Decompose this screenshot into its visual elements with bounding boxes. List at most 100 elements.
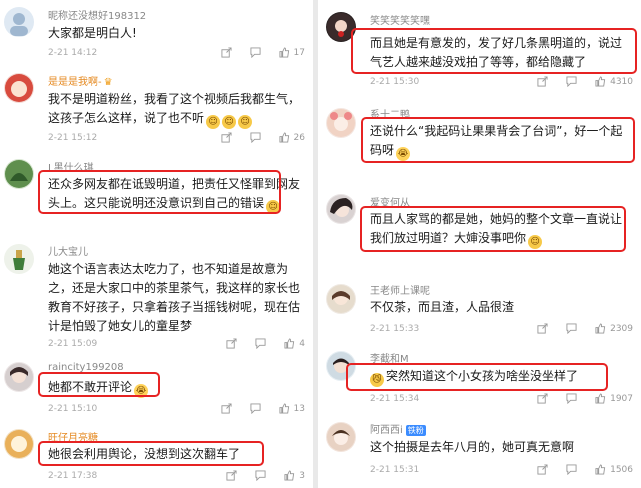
smile-emoji-icon: ☺ (222, 115, 237, 129)
avatar[interactable] (4, 244, 34, 274)
avatar[interactable] (326, 108, 356, 138)
comment-button[interactable] (255, 338, 266, 349)
avatar[interactable] (4, 429, 34, 459)
username[interactable]: 昵称还没想好198312 (48, 7, 146, 22)
share-button[interactable] (537, 393, 548, 404)
comment-button[interactable] (255, 470, 266, 481)
share-icon (226, 470, 237, 481)
share-button[interactable] (226, 470, 237, 481)
thumb-up-icon (595, 323, 606, 334)
comment-icon (255, 470, 266, 481)
thumb-up-icon (279, 132, 289, 143)
highlight-box (361, 117, 635, 163)
share-icon (537, 393, 548, 404)
like-count: 1907 (610, 393, 633, 404)
thumb-up-icon (279, 47, 289, 58)
comment-button[interactable] (566, 464, 577, 475)
share-button[interactable] (537, 323, 548, 334)
comment-text: 不仅茶，而且渣，人品很渣 (370, 300, 515, 314)
timestamp: 2-21 14:12 (48, 48, 98, 58)
share-button[interactable] (221, 403, 232, 414)
comment-meta: 2-21 15:12 26 (48, 132, 305, 146)
share-button[interactable] (221, 47, 232, 58)
comment-meta: 2-21 15:31 1506 (370, 464, 633, 478)
action-bar: 1907 (519, 393, 633, 404)
username[interactable]: 王老师上课呢 (370, 282, 430, 297)
thumb-up-icon (284, 470, 295, 481)
comment-meta: 2-21 15:34 1907 (370, 393, 633, 407)
like-button[interactable]: 4310 (595, 76, 633, 87)
highlight-box (351, 28, 637, 74)
like-button[interactable]: 1907 (595, 393, 633, 404)
like-count: 13 (293, 403, 305, 414)
action-bar: 4310 (519, 76, 633, 87)
crown-icon: ♛ (103, 77, 113, 88)
comment-button[interactable] (566, 393, 577, 404)
comment-icon (566, 393, 577, 404)
comment-button[interactable] (566, 323, 577, 334)
comment-icon (255, 338, 266, 349)
comment-button[interactable] (250, 132, 261, 143)
comment-button[interactable] (250, 403, 261, 414)
share-button[interactable] (537, 464, 548, 475)
share-icon (221, 132, 232, 143)
share-button[interactable] (537, 76, 548, 87)
username[interactable]: 阿西西i 铁粉 (370, 421, 426, 436)
comment-item: 昵称还没想好198312 大家都是明白人! 2-21 14:12 17 (0, 0, 313, 64)
avatar[interactable] (4, 73, 34, 103)
comment-item: 阿西西i 铁粉 这个拍摄是去年八月的，她可真无意啊 2-21 15:31 1506 (318, 414, 641, 488)
share-icon (537, 323, 548, 334)
like-count: 2309 (610, 323, 633, 334)
like-count: 4310 (610, 76, 633, 87)
like-button[interactable]: 1506 (595, 464, 633, 475)
fan-badge: 铁粉 (405, 424, 426, 436)
action-bar: 3 (208, 470, 305, 481)
avatar[interactable] (4, 362, 34, 392)
avatar[interactable] (326, 194, 356, 224)
timestamp: 2-21 15:33 (370, 324, 420, 334)
comment-icon (566, 323, 577, 334)
comment-meta: 2-21 17:38 3 (48, 470, 305, 484)
comment-button[interactable] (250, 47, 261, 58)
action-bar: 26 (203, 132, 305, 143)
avatar[interactable] (4, 159, 34, 189)
comment-text: 我不是明道粉丝，我看了这个视频后我都生气，这孩子怎么这样，说了也不听 ☺ ☺ ☺ (48, 92, 301, 129)
avatar[interactable] (4, 7, 34, 37)
thumb-up-icon (595, 76, 606, 87)
like-button[interactable]: 2309 (595, 323, 633, 334)
like-count: 17 (293, 47, 305, 58)
thumb-up-icon (279, 403, 289, 414)
avatar[interactable] (326, 284, 356, 314)
comment-meta: 2-21 15:09 4 (48, 338, 305, 352)
like-count: 3 (299, 470, 305, 481)
like-button[interactable]: 4 (284, 338, 305, 349)
share-button[interactable] (221, 132, 232, 143)
highlight-box (38, 170, 281, 214)
share-button[interactable] (226, 338, 237, 349)
highlight-box (38, 372, 160, 397)
share-icon (537, 464, 548, 475)
comment-icon (566, 76, 577, 87)
username[interactable]: 是是是我啊- ♛ (48, 73, 113, 88)
avatar[interactable] (326, 422, 356, 452)
highlight-box (346, 363, 608, 391)
like-button[interactable]: 13 (279, 403, 305, 414)
comment-meta: 2-21 15:33 2309 (370, 323, 633, 337)
like-button[interactable]: 3 (284, 470, 305, 481)
comment-button[interactable] (566, 76, 577, 87)
username[interactable]: 笑笑笑笑笑嘿 (370, 12, 430, 27)
comment-item: 王老师上课呢 不仅茶，而且渣，人品很渣 2-21 15:33 2309 (318, 276, 641, 344)
comment-icon (566, 464, 577, 475)
like-button[interactable]: 17 (279, 47, 305, 58)
comment-text: 她这个语言表达太吃力了，也不知道是故意为之，还是大家口中的茶里茶气，我这样的家长… (48, 262, 301, 333)
timestamp: 2-21 15:31 (370, 465, 420, 475)
comment-text: 这个拍摄是去年八月的，她可真无意啊 (370, 440, 575, 454)
share-icon (226, 338, 237, 349)
like-button[interactable]: 26 (279, 132, 305, 143)
comment-icon (250, 132, 261, 143)
username[interactable]: 儿大宝儿 (48, 243, 88, 258)
timestamp: 2-21 15:10 (48, 404, 98, 414)
thumb-up-icon (284, 338, 295, 349)
action-bar: 1506 (519, 464, 633, 475)
comment-icon (250, 403, 261, 414)
